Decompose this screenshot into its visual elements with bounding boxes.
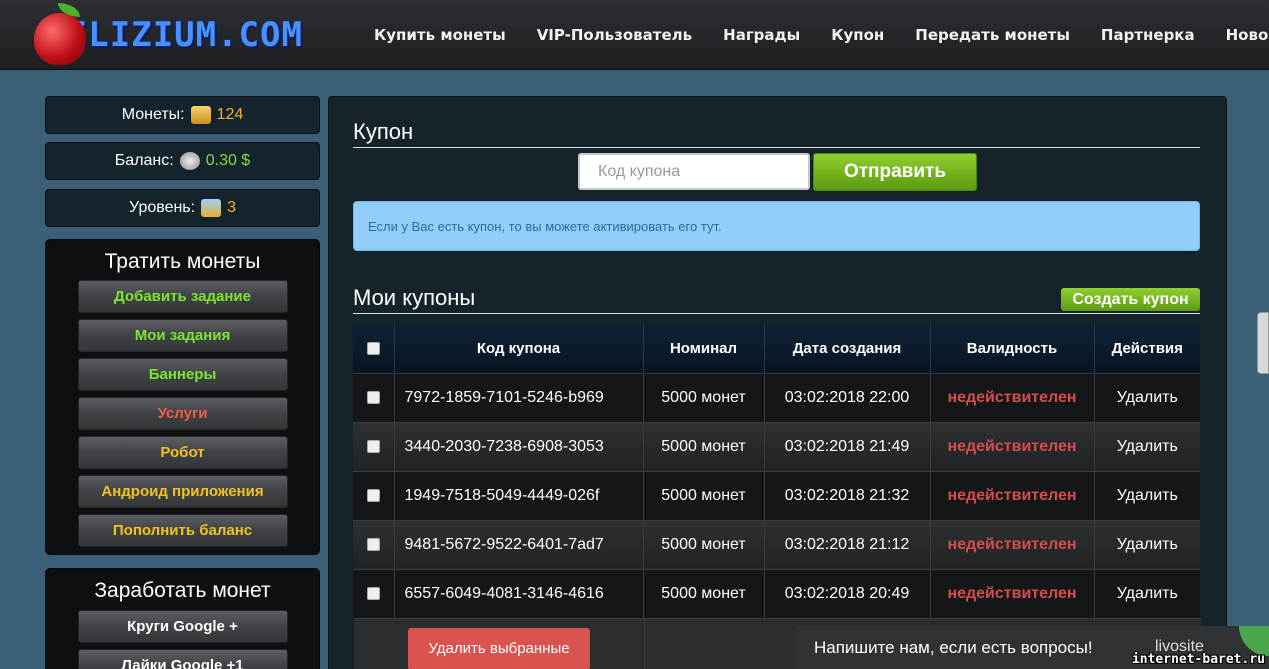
- select-all-checkbox[interactable]: [366, 342, 380, 356]
- coupon-date: 03:02:2018 20:49: [763, 568, 930, 618]
- apple-logo-icon: [28, 3, 86, 67]
- top-up-balance-button[interactable]: Пополнить баланс: [77, 514, 288, 547]
- coupon-nominal: 5000 монет: [642, 421, 764, 471]
- column-header-validity: Валидность: [929, 324, 1094, 373]
- coupon-validity: недействителен: [929, 568, 1094, 618]
- section-divider: [353, 313, 1200, 314]
- nav-buy-coins[interactable]: Купить монеты: [374, 26, 506, 44]
- services-button[interactable]: Услуги: [77, 397, 288, 430]
- delete-coupon-link[interactable]: Удалить: [1093, 519, 1200, 569]
- coupon-code: 1949-7518-5049-4449-026f: [393, 470, 643, 520]
- coupon-section-title: Купон: [353, 119, 1200, 148]
- coupon-nominal: 5000 монет: [642, 568, 764, 618]
- coupon-date: 03:02:2018 21:49: [763, 421, 930, 471]
- spend-coins-panel: Тратить монеты Добавить задание Мои зада…: [45, 239, 320, 555]
- delete-coupon-link[interactable]: Удалить: [1093, 372, 1200, 422]
- create-coupon-button[interactable]: Создать купон: [1061, 288, 1200, 311]
- coupon-info-alert: Если у Вас есть купон, то вы можете акти…: [353, 201, 1200, 251]
- table-row: 3440-2030-7238-6908-3053 5000 монет 03:0…: [353, 421, 1200, 471]
- my-coupons-title: Мои купоны: [353, 285, 476, 310]
- nav-vip-user[interactable]: VIP-Пользователь: [537, 26, 692, 44]
- level-stat: Уровень: 3: [45, 189, 320, 227]
- row-checkbox[interactable]: [366, 488, 380, 502]
- coupon-nominal: 5000 монет: [642, 519, 764, 569]
- table-row: 7972-1859-7101-5246-b969 5000 монет 03:0…: [353, 372, 1200, 422]
- banners-button[interactable]: Баннеры: [77, 358, 288, 391]
- table-row: 9481-5672-9522-6401-7ad7 5000 монет 03:0…: [353, 519, 1200, 569]
- site-logo[interactable]: ILIZIUM.COM: [28, 0, 303, 70]
- row-checkbox[interactable]: [366, 390, 380, 404]
- main-content: Купон Отправить Если у Вас есть купон, т…: [328, 96, 1227, 669]
- column-header-date: Дата создания: [763, 324, 930, 373]
- select-all-cell: [353, 324, 394, 373]
- balance-stat: Баланс: 0.30 $: [45, 142, 320, 180]
- column-header-nominal: Номинал: [642, 324, 764, 373]
- main-nav: Купить монеты VIP-Пользователь Награды К…: [374, 26, 1269, 44]
- table-row: 6557-6049-4081-3146-4616 5000 монет 03:0…: [353, 568, 1200, 618]
- spend-coins-title: Тратить монеты: [104, 250, 261, 273]
- coupons-table: Код купона Номинал Дата создания Валидно…: [353, 324, 1200, 618]
- coupon-code: 9481-5672-9522-6401-7ad7: [393, 519, 643, 569]
- coupon-date: 03:02:2018 22:00: [763, 372, 930, 422]
- nav-transfer-coins[interactable]: Передать монеты: [915, 26, 1070, 44]
- column-header-actions: Действия: [1093, 324, 1200, 373]
- google-circles-button[interactable]: Круги Google +: [77, 610, 288, 643]
- delete-coupon-link[interactable]: Удалить: [1093, 568, 1200, 618]
- feedback-side-tab[interactable]: [1257, 312, 1269, 374]
- nav-coupon[interactable]: Купон: [831, 26, 884, 44]
- coins-icon: [190, 106, 211, 124]
- brand-name: ILIZIUM.COM: [66, 15, 303, 55]
- star-medal-icon: [201, 199, 222, 217]
- my-tasks-button[interactable]: Мои задания: [77, 319, 288, 352]
- coupon-validity: недействителен: [929, 372, 1094, 422]
- nav-rewards[interactable]: Награды: [723, 26, 800, 44]
- table-header-row: Код купона Номинал Дата создания Валидно…: [353, 324, 1200, 373]
- coins-label: Монеты:: [121, 106, 185, 123]
- balance-label: Баланс:: [114, 152, 174, 169]
- earn-coins-title: Заработать монет: [94, 579, 271, 602]
- coupon-validity: недействителен: [929, 519, 1094, 569]
- coupon-code: 6557-6049-4081-3146-4616: [393, 568, 643, 618]
- coupon-code-input[interactable]: [578, 153, 810, 190]
- coupon-date: 03:02:2018 21:32: [763, 470, 930, 520]
- delete-coupon-link[interactable]: Удалить: [1093, 421, 1200, 471]
- level-value: 3: [227, 199, 236, 216]
- row-checkbox[interactable]: [366, 587, 380, 601]
- table-row: 1949-7518-5049-4449-026f 5000 монет 03:0…: [353, 470, 1200, 520]
- delete-coupon-link[interactable]: Удалить: [1093, 470, 1200, 520]
- google-likes-button[interactable]: Лайки Google +1: [77, 649, 288, 669]
- row-checkbox[interactable]: [366, 537, 380, 551]
- column-header-code: Код купона: [393, 324, 643, 373]
- coupon-nominal: 5000 монет: [642, 372, 764, 422]
- site-header: ILIZIUM.COM Купить монеты VIP-Пользовате…: [0, 0, 1269, 70]
- nav-partner[interactable]: Партнерка: [1101, 26, 1195, 44]
- coins-value: 124: [216, 106, 244, 123]
- coupon-validity: недействителен: [929, 470, 1094, 520]
- money-bag-icon: [179, 152, 200, 170]
- robot-button[interactable]: Робот: [77, 436, 288, 469]
- coupon-nominal: 5000 монет: [642, 470, 764, 520]
- earn-coins-panel: Заработать монет Круги Google + Лайки Go…: [45, 568, 320, 669]
- coupon-code: 3440-2030-7238-6908-3053: [393, 421, 643, 471]
- chat-message: Напишите нам, если есть вопросы!: [814, 638, 1093, 657]
- watermark: internet-baret.ru: [1131, 652, 1265, 667]
- coins-stat: Монеты: 124: [45, 96, 320, 134]
- coupon-date: 03:02:2018 21:12: [763, 519, 930, 569]
- balance-value: 0.30 $: [205, 152, 251, 169]
- coupon-validity: недействителен: [929, 421, 1094, 471]
- android-apps-button[interactable]: Андроид приложения: [77, 475, 288, 508]
- delete-selected-button[interactable]: Удалить выбранные: [408, 628, 590, 669]
- nav-news[interactable]: Новости: [1226, 26, 1269, 44]
- add-task-button[interactable]: Добавить задание: [77, 280, 288, 313]
- row-checkbox[interactable]: [366, 439, 380, 453]
- level-label: Уровень:: [129, 199, 196, 216]
- submit-coupon-button[interactable]: Отправить: [813, 153, 977, 191]
- coupon-code: 7972-1859-7101-5246-b969: [393, 372, 643, 422]
